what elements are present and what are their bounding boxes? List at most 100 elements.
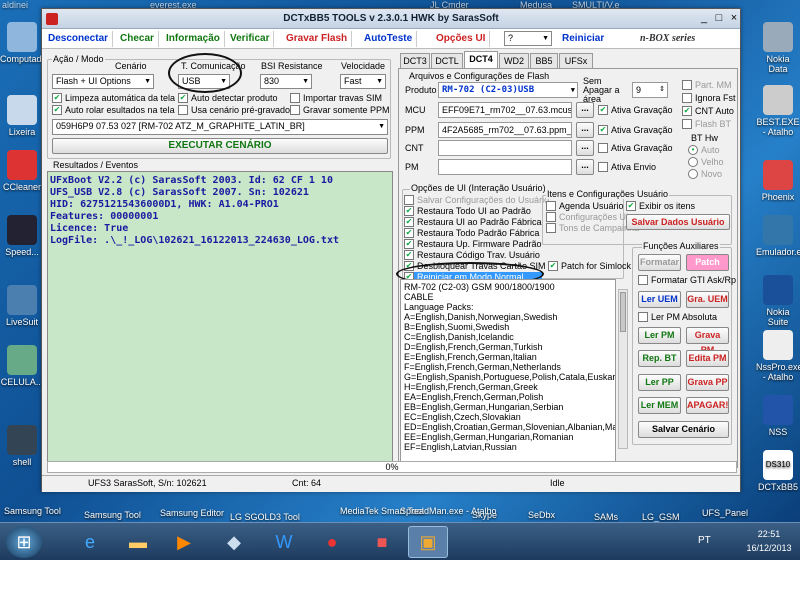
ui-option-checkbox[interactable]: ✔ Restaura Código Trav. Usuário (404, 250, 540, 260)
explorer-folder-icon[interactable]: ▬ (118, 526, 158, 558)
desktop-icon-sedbx[interactable]: SeDbx (528, 510, 555, 520)
area-stepper[interactable]: 9 ⇕ (632, 82, 668, 98)
desktop-icon-nokia-data[interactable]: Nokia Data (756, 22, 800, 74)
velocidade-select[interactable]: Fast ▼ (340, 74, 386, 89)
opcoes-ui-button[interactable]: Opções UI (432, 31, 491, 47)
salvar-dados-button[interactable]: Salvar Dados Usuário (626, 214, 730, 230)
edita-pm-button[interactable]: Edita PM (686, 350, 729, 367)
minimize-button[interactable]: _ (697, 12, 711, 25)
desktop-icon-livesuit[interactable]: LiveSuit (0, 285, 44, 327)
desktop-icon-nsspro[interactable]: NssPro.exe - Atalho (756, 330, 800, 382)
partmm-checkbox[interactable]: Part. MM (682, 80, 732, 90)
ppm-browse-button[interactable]: ... (576, 122, 594, 138)
maximize-button[interactable]: □ (712, 12, 726, 25)
ie-icon[interactable]: e (70, 526, 110, 558)
usacenario-checkbox[interactable]: Usa cenário pré-gravado (178, 105, 290, 115)
reiniciar-button[interactable]: Reiniciar (558, 31, 608, 47)
mcu-field[interactable]: EFF09E71_rm702__07.63.mcusw. (438, 102, 572, 118)
bt-auto-radio[interactable]: • Auto (688, 145, 720, 155)
ppm-field[interactable]: 4F2A5685_rm702__07.63.ppm_m (438, 122, 572, 138)
desconectar-button[interactable]: Desconectar (44, 31, 114, 47)
gra-uem-button[interactable]: Gra. UEM (686, 291, 729, 308)
desktop-icon-recycle[interactable]: Lixeira (0, 95, 44, 137)
close-button[interactable]: × (727, 12, 741, 25)
pm-browse-button[interactable]: ... (576, 159, 594, 175)
bsi-select[interactable]: 830 ▼ (260, 74, 312, 89)
formatar-button[interactable]: Formatar (638, 254, 681, 271)
produto-field[interactable]: RM-702 (C2-03)USB ▼ (438, 82, 578, 98)
desktop-icon-best[interactable]: BEST.EXE - Atalho (756, 85, 800, 137)
toolbox-icon[interactable]: ■ (362, 526, 402, 558)
ppm-ativa-checkbox[interactable]: ✔ Ativa Gravação (598, 125, 673, 135)
title-bar[interactable]: DCTxBB5 TOOLS v 2.3.0.1 HWK by SarasSoft… (42, 9, 740, 29)
desktop-icon-samsung-editor[interactable]: Samsung Editor (160, 508, 224, 518)
cnt-ativa-checkbox[interactable]: Ativa Gravação (598, 143, 673, 153)
ler-mem-button[interactable]: Ler MEM (638, 397, 681, 414)
start-button[interactable]: ⊞ (6, 526, 42, 558)
configs-ui-checkbox[interactable]: Configurações UI (546, 212, 629, 222)
gravar-flash-button[interactable]: Gravar Flash (282, 31, 353, 47)
desktop-icon-sams[interactable]: SAMs (594, 512, 618, 522)
app-icon[interactable]: ◆ (214, 526, 254, 558)
desktop-icon-emulador[interactable]: Emulador.exe (756, 215, 800, 257)
tab-dct3[interactable]: DCT3 (400, 53, 430, 68)
clock-date[interactable]: 16/12/2013 (744, 543, 794, 553)
chrome-icon[interactable]: ● (312, 526, 352, 558)
ler-uem-button[interactable]: Ler UEM (638, 291, 681, 308)
desktop-icon-nokia-suite[interactable]: Nokia Suite (756, 275, 800, 327)
language-indicator[interactable]: PT (698, 535, 711, 546)
desktop-icon-ufs-panel[interactable]: UFS_Panel (702, 508, 748, 518)
exibir-checkbox[interactable]: ✔ Exibir os itens (626, 201, 695, 211)
ui-option-checkbox[interactable]: Salvar Configurações do Usuário (404, 195, 549, 205)
grava-pp-button[interactable]: Grava PP (686, 374, 729, 391)
cnt-browse-button[interactable]: ... (576, 140, 594, 156)
desktop-icon-phoenix[interactable]: Phoenix (756, 160, 800, 202)
desktop-icon-nss[interactable]: NSS (756, 395, 800, 437)
mcu-ativa-checkbox[interactable]: ✔ Ativa Gravação (598, 105, 673, 115)
word-icon[interactable]: W (264, 526, 304, 558)
ui-option-checkbox[interactable]: ✔ Restaura UI ao Padrão Fábrica (404, 217, 542, 227)
device-info-list[interactable]: RM-702 (C2-03) GSM 900/1800/1900 CABLE L… (400, 279, 616, 463)
info-scrollbar[interactable] (618, 289, 628, 449)
flashbt-checkbox[interactable]: Flash BT (682, 119, 731, 129)
tab-ufsx[interactable]: UFSx (559, 53, 593, 68)
importar-checkbox[interactable]: Importar travas SIM (290, 93, 382, 103)
product-select[interactable]: 059H6P9 07.53 027 [RM-702 ATZ_M_GRAPHITE… (52, 119, 388, 135)
tab-dct4[interactable]: DCT4 (464, 51, 498, 68)
rep-bt-button[interactable]: Rep. BT (638, 350, 681, 367)
autoteste-button[interactable]: AutoTeste (360, 31, 418, 47)
cnt-field[interactable] (438, 140, 572, 156)
ler-pp-button[interactable]: Ler PP (638, 374, 681, 391)
ui-option-checkbox[interactable]: ✔ Restaura Up. Firmware Padrão (404, 239, 542, 249)
desktop-icon-shell[interactable]: shell (0, 425, 44, 467)
bt-novo-radio[interactable]: Novo (688, 169, 722, 179)
desktop-icon-samsung-tool-2[interactable]: Samsung Tool (84, 510, 141, 520)
desktop-icon-lg-sgold3[interactable]: LG SGOLD3 Tool (230, 512, 300, 522)
cntauto-checkbox[interactable]: ✔ CNT Auto (682, 106, 734, 116)
patch-simlock-checkbox[interactable]: ✔ Patch for Simlock (548, 261, 631, 271)
bt-velho-radio[interactable]: Velho (688, 157, 724, 167)
autorolar-checkbox[interactable]: ✔ Auto rolar esultados na tela (52, 105, 175, 115)
clock-time[interactable]: 22:51 (744, 529, 794, 539)
desktop-icon-ccleaner[interactable]: CCleaner (0, 150, 44, 192)
grava-pm-button[interactable]: Grava PM (686, 327, 729, 355)
ler-pm-button[interactable]: Ler PM (638, 327, 681, 344)
help-dropdown[interactable]: ? ▼ (504, 31, 552, 46)
executar-cenario-button[interactable]: EXECUTAR CENÁRIO (52, 138, 388, 154)
desktop-icon-samsung-tool[interactable]: Samsung Tool (4, 506, 61, 516)
tab-bb5[interactable]: BB5 (530, 53, 558, 68)
pm-field[interactable] (438, 159, 572, 175)
cenario-select[interactable]: Flash + UI Options ▼ (52, 74, 154, 89)
tab-dctl[interactable]: DCTL (431, 53, 463, 68)
mcu-browse-button[interactable]: ... (576, 102, 594, 118)
ui-option-checkbox[interactable]: ✔ Restaura Todo Padrão Fábrica (404, 228, 539, 238)
desktop-icon-speed[interactable]: Speed... (0, 215, 44, 257)
tab-wd2[interactable]: WD2 (499, 53, 529, 68)
agenda-checkbox[interactable]: Agenda Usuário (546, 201, 624, 211)
desktop-icon-celula[interactable]: CELULA... (0, 345, 44, 387)
desktop-icon-lg-gsm[interactable]: LG_GSM (642, 512, 680, 522)
desktop-icon-computer[interactable]: Computador (0, 22, 50, 64)
verificar-button[interactable]: Verificar (226, 31, 275, 47)
desktop-icon-dctxbb5[interactable]: DS310 DCTxBB5 (756, 450, 800, 492)
formatar-gti-checkbox[interactable]: Formatar GTI Ask/Rp (638, 275, 736, 285)
